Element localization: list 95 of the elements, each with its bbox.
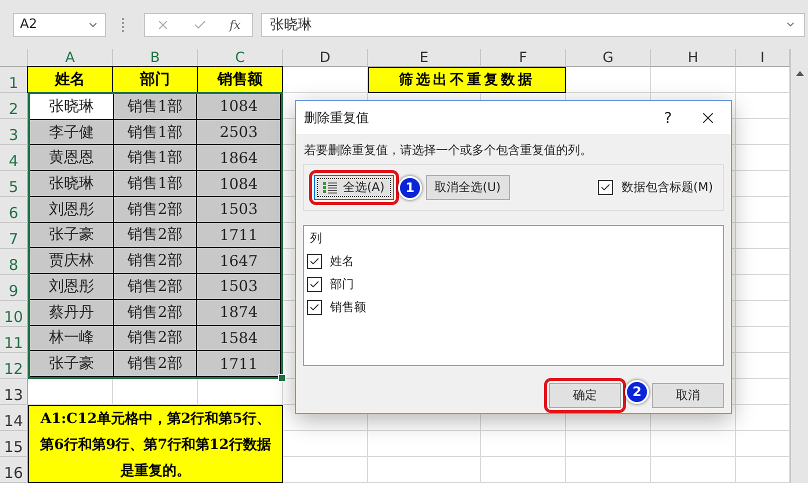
table-cell: 销售1部 bbox=[114, 145, 198, 172]
table-cell: 销售1部 bbox=[114, 171, 198, 197]
row-header[interactable]: 6 bbox=[0, 197, 28, 223]
table-cell: 销售2部 bbox=[114, 351, 198, 377]
table-cell: 蔡丹丹 bbox=[30, 300, 114, 326]
table-cell: 1503 bbox=[197, 274, 281, 300]
column-header[interactable]: D bbox=[283, 49, 368, 67]
list-header: 列 bbox=[309, 230, 323, 247]
table-cell: 张晓琳 bbox=[30, 171, 114, 197]
column-header[interactable]: B bbox=[113, 49, 198, 67]
table-cell: 销售2部 bbox=[114, 196, 198, 223]
table-cell: 销售2部 bbox=[114, 326, 198, 352]
table-cell: 1503 bbox=[197, 196, 281, 223]
header-cell: 部门 bbox=[112, 66, 198, 93]
note-cell: A1:C12单元格中，第2行和第5行、第6行和第9行、第7行和第12行数据是重复的。 bbox=[28, 405, 283, 483]
table-cell: 1874 bbox=[197, 300, 281, 326]
formula-value: 张晓琳 bbox=[270, 16, 312, 34]
row-header[interactable]: 15 bbox=[0, 431, 28, 457]
column-header[interactable]: E bbox=[368, 49, 481, 67]
table-cell: 销售1部 bbox=[114, 120, 198, 146]
checkmark-icon bbox=[600, 182, 612, 193]
step-badge: 1 bbox=[398, 176, 422, 200]
checkbox-label: 姓名 bbox=[330, 253, 354, 270]
help-button[interactable]: ? bbox=[653, 108, 683, 126]
unselect-all-button[interactable]: 取消全选(U) bbox=[426, 175, 510, 200]
table-cell: 刘恩彤 bbox=[30, 274, 114, 300]
checkbox[interactable] bbox=[307, 254, 322, 269]
row-header[interactable]: 8 bbox=[0, 249, 28, 275]
cell-reference: A2 bbox=[20, 17, 38, 32]
table-cell: 销售1部 bbox=[114, 94, 198, 120]
checklist-icon bbox=[323, 180, 337, 194]
checkbox-label: 销售额 bbox=[330, 299, 366, 316]
formula-bar[interactable]: 张晓琳 bbox=[261, 12, 805, 36]
scroll-up-icon[interactable] bbox=[794, 69, 804, 77]
row-header[interactable]: 9 bbox=[0, 275, 28, 301]
row-header[interactable]: 1 bbox=[0, 67, 28, 93]
checkbox-label: 部门 bbox=[330, 276, 354, 293]
table-cell: 张晓琳 bbox=[30, 94, 114, 120]
header-cell: 销售额 bbox=[197, 66, 283, 93]
dialog-title: 删除重复值 bbox=[304, 110, 370, 126]
row-header[interactable]: 2 bbox=[0, 93, 28, 119]
checkmark-icon bbox=[309, 256, 320, 267]
table-cell: 1084 bbox=[197, 94, 281, 120]
column-header[interactable]: F bbox=[481, 49, 566, 67]
row-header[interactable]: 11 bbox=[0, 327, 28, 353]
title-cell: 筛选出不重复数据 bbox=[368, 67, 566, 93]
table-cell: 1584 bbox=[197, 326, 281, 352]
header-cell: 姓名 bbox=[27, 66, 113, 93]
checkmark-icon bbox=[309, 302, 320, 313]
row-header[interactable]: 16 bbox=[0, 457, 28, 483]
cancel-button[interactable]: 取消 bbox=[652, 383, 724, 408]
row-header[interactable]: 13 bbox=[0, 379, 28, 405]
select-all-button[interactable]: 全选(A) bbox=[314, 175, 394, 200]
table-cell: 销售2部 bbox=[114, 300, 198, 326]
table-cell: 1711 bbox=[197, 351, 281, 377]
table-cell: 1864 bbox=[197, 145, 281, 172]
column-header[interactable]: A bbox=[28, 49, 113, 67]
row-header[interactable]: 10 bbox=[0, 301, 28, 327]
fill-handle[interactable] bbox=[278, 374, 286, 382]
table-cell: 李子健 bbox=[30, 120, 114, 146]
instruction-text: 若要删除重复值，请选择一个或多个包含重复值的列。 bbox=[303, 142, 593, 159]
step-badge: 2 bbox=[625, 380, 649, 404]
table-cell: 林一峰 bbox=[30, 326, 114, 352]
column-header[interactable]: H bbox=[651, 49, 736, 67]
row-header[interactable]: 7 bbox=[0, 223, 28, 249]
table-cell: 1711 bbox=[197, 222, 281, 248]
table-cell: 2503 bbox=[197, 120, 281, 146]
ok-button[interactable]: 确定 bbox=[549, 383, 621, 408]
header-checkbox-row[interactable]: 数据包含标题(M) bbox=[598, 179, 713, 196]
table-cell: 销售2部 bbox=[114, 222, 198, 248]
table-cell: 1647 bbox=[197, 248, 281, 274]
checkbox[interactable] bbox=[307, 277, 322, 292]
column-header[interactable]: G bbox=[566, 49, 651, 67]
row-header[interactable]: 5 bbox=[0, 171, 28, 197]
row-header[interactable]: 12 bbox=[0, 353, 28, 379]
table-cell: 张子豪 bbox=[30, 222, 114, 248]
table-cell: 1084 bbox=[197, 171, 281, 197]
column-header[interactable]: C bbox=[198, 49, 283, 67]
checkmark-icon bbox=[309, 279, 320, 290]
row-header[interactable]: 4 bbox=[0, 145, 28, 171]
table-cell: 黄恩恩 bbox=[30, 145, 114, 172]
checkbox-label: 数据包含标题(M) bbox=[621, 179, 713, 196]
checkbox[interactable] bbox=[307, 300, 322, 315]
table-cell: 销售2部 bbox=[114, 248, 198, 274]
table-cell: 刘恩彤 bbox=[30, 196, 114, 223]
row-header[interactable]: 14 bbox=[0, 405, 28, 431]
table-cell: 销售2部 bbox=[114, 274, 198, 300]
table-cell: 贾庆林 bbox=[30, 248, 114, 274]
name-box[interactable]: A2 bbox=[13, 12, 106, 36]
insert-function-label[interactable]: fx bbox=[229, 18, 241, 32]
vertical-scrollbar[interactable] bbox=[790, 49, 808, 483]
row-header[interactable]: 3 bbox=[0, 119, 28, 145]
column-header[interactable]: I bbox=[736, 49, 790, 67]
table-cell: 张子豪 bbox=[30, 351, 114, 377]
checkbox[interactable] bbox=[598, 180, 614, 195]
